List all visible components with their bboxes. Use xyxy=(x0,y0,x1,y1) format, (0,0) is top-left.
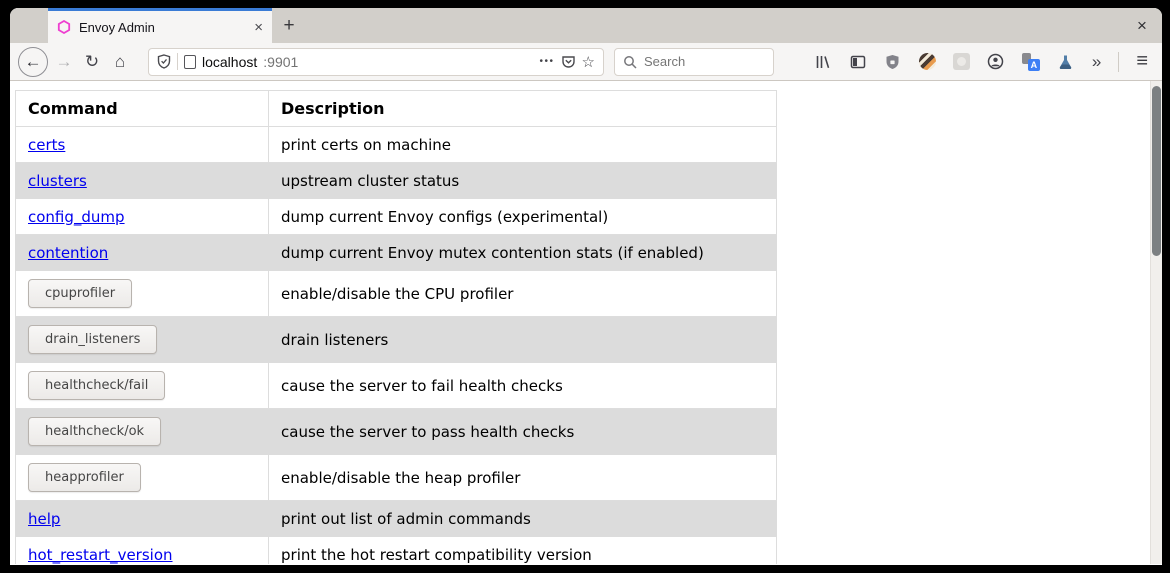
forward-button[interactable]: → xyxy=(50,53,78,70)
url-port[interactable]: :9901 xyxy=(263,54,298,70)
command-description: enable/disable the heap profiler xyxy=(281,469,520,487)
table-row: healthcheck/fail cause the server to fail… xyxy=(16,363,777,409)
urlbar-separator xyxy=(177,53,178,70)
new-tab-button[interactable]: + xyxy=(272,8,306,43)
command-description: print out list of admin commands xyxy=(281,510,531,528)
command-description: cause the server to pass health checks xyxy=(281,423,574,441)
tab-close-icon[interactable]: × xyxy=(254,20,263,35)
back-arrow-icon: ← xyxy=(25,52,42,72)
tab-bar-leading-space xyxy=(10,8,48,43)
toolbar-separator xyxy=(1118,52,1119,72)
command-table-body: certs print certs on machine clusters upstr… xyxy=(16,127,777,565)
hamburger-menu-icon[interactable]: ≡ xyxy=(1136,50,1148,73)
table-row: clusters upstream cluster status xyxy=(16,163,777,199)
command-description: print certs on machine xyxy=(281,136,451,154)
vertical-scrollbar[interactable] xyxy=(1150,81,1162,564)
command-description: enable/disable the CPU profiler xyxy=(281,285,513,303)
table-row: healthcheck/ok cause the server to pass h… xyxy=(16,409,777,455)
search-placeholder: Search xyxy=(644,54,685,69)
table-row: help print out list of admin commands xyxy=(16,501,777,537)
table-row: cpuprofiler enable/disable the CPU profil… xyxy=(16,271,777,317)
command-column-header: Command xyxy=(16,91,269,127)
command-link[interactable]: hot_restart_version xyxy=(28,546,173,564)
overflow-chevron-icon[interactable]: » xyxy=(1092,52,1101,72)
command-button[interactable]: cpuprofiler xyxy=(28,279,132,308)
toolbar-extension-area: A » ≡ xyxy=(814,50,1154,73)
command-description: dump current Envoy configs (experimental… xyxy=(281,208,608,226)
bookmark-star-icon[interactable]: ☆ xyxy=(582,53,595,71)
page-content: Command Description certs print certs on … xyxy=(10,81,1162,564)
translate-extension-icon[interactable]: A xyxy=(1022,53,1040,71)
library-icon[interactable] xyxy=(814,53,832,71)
command-button[interactable]: drain_listeners xyxy=(28,325,157,354)
command-button[interactable]: heapprofiler xyxy=(28,463,141,492)
search-input[interactable]: Search xyxy=(614,48,774,76)
pocket-icon[interactable] xyxy=(561,54,576,69)
tab-bar: Envoy Admin × + × xyxy=(10,8,1162,43)
tab-envoy-admin[interactable]: Envoy Admin × xyxy=(48,8,272,43)
tab-title: Envoy Admin xyxy=(79,20,246,35)
command-link[interactable]: certs xyxy=(28,136,65,154)
privacy-badger-icon[interactable] xyxy=(919,53,936,70)
window-close-icon[interactable]: × xyxy=(1122,8,1162,43)
scrollbar-thumb[interactable] xyxy=(1152,86,1161,256)
admin-command-table: Command Description certs print certs on … xyxy=(15,90,777,564)
table-row: drain_listeners drain listeners xyxy=(16,317,777,363)
tracking-protection-shield-icon[interactable] xyxy=(157,54,171,69)
table-row: config_dump dump current Envoy configs (e… xyxy=(16,199,777,235)
page-icon[interactable] xyxy=(184,55,196,69)
sidebar-icon[interactable] xyxy=(849,53,867,71)
command-description: cause the server to fail health checks xyxy=(281,377,563,395)
command-description: drain listeners xyxy=(281,331,388,349)
page-actions-icon[interactable]: ••• xyxy=(540,56,555,67)
table-header-row: Command Description xyxy=(16,91,777,127)
command-button[interactable]: healthcheck/ok xyxy=(28,417,161,446)
command-button[interactable]: healthcheck/fail xyxy=(28,371,165,400)
table-row: heapprofiler enable/disable the heap prof… xyxy=(16,455,777,501)
description-column-header: Description xyxy=(269,91,777,127)
url-bar[interactable]: localhost :9901 ••• ☆ xyxy=(148,48,604,76)
account-icon[interactable] xyxy=(987,53,1005,71)
command-description: upstream cluster status xyxy=(281,172,459,190)
tab-bar-spacer xyxy=(306,8,1122,43)
browser-window: Envoy Admin × + × ← → ↻ ⌂ localhost :9901… xyxy=(10,8,1162,565)
command-link[interactable]: help xyxy=(28,510,60,528)
navigation-toolbar: ← → ↻ ⌂ localhost :9901 ••• ☆ xyxy=(10,43,1162,81)
envoy-hexagon-icon xyxy=(57,20,71,34)
search-icon xyxy=(623,55,637,69)
command-link[interactable]: config_dump xyxy=(28,208,125,226)
command-description: dump current Envoy mutex contention stat… xyxy=(281,244,704,262)
home-button[interactable]: ⌂ xyxy=(106,53,134,70)
table-row: contention dump current Envoy mutex conte… xyxy=(16,235,777,271)
back-button[interactable]: ← xyxy=(18,47,48,77)
command-link[interactable]: contention xyxy=(28,244,108,262)
table-row: hot_restart_version print the hot restart… xyxy=(16,537,777,565)
extension-shield-lock-icon[interactable] xyxy=(884,53,902,71)
table-row: certs print certs on machine xyxy=(16,127,777,163)
command-link[interactable]: clusters xyxy=(28,172,87,190)
command-description: print the hot restart compatibility vers… xyxy=(281,546,592,564)
reload-button[interactable]: ↻ xyxy=(78,53,106,70)
url-host[interactable]: localhost xyxy=(202,54,257,70)
snowflake-extension-icon[interactable] xyxy=(953,53,970,70)
flask-extension-icon[interactable] xyxy=(1057,53,1075,71)
